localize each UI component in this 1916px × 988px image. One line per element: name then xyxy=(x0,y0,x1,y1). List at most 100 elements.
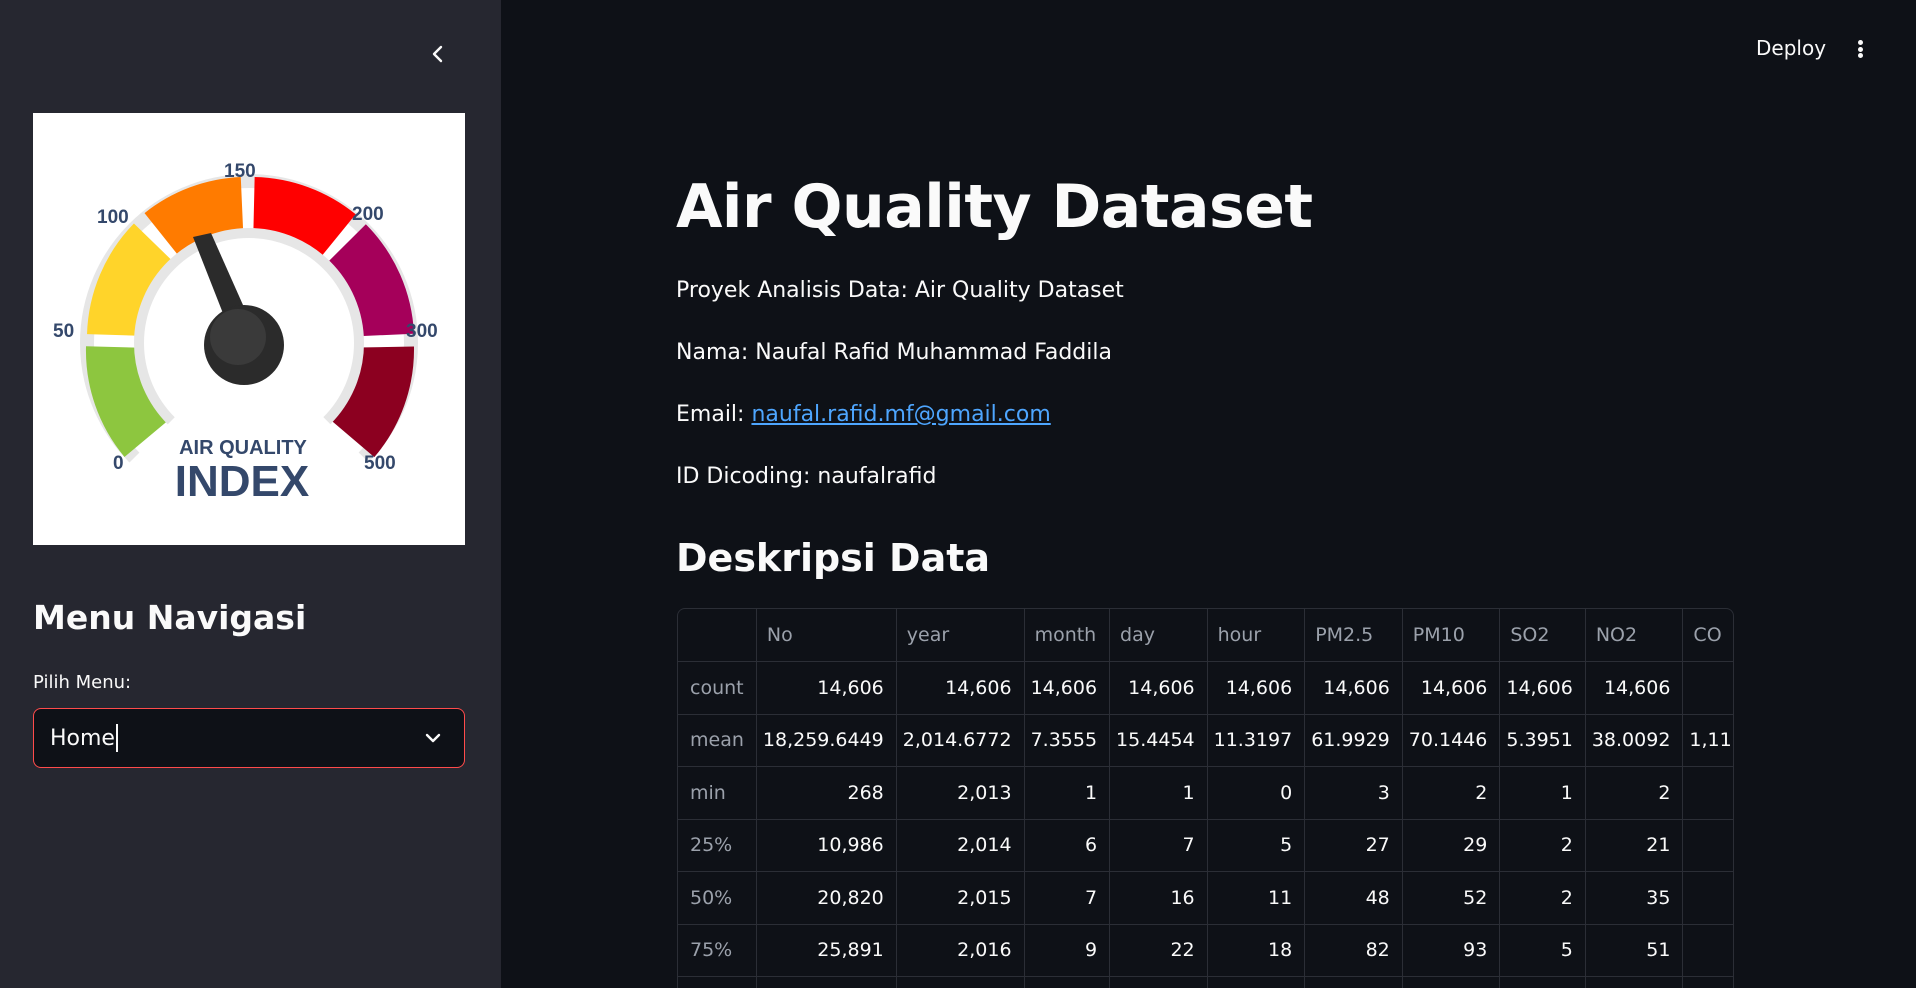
table-cell: 14,606 xyxy=(1585,661,1684,715)
table-cell: 16 xyxy=(1109,871,1208,925)
column-header[interactable]: day xyxy=(1109,609,1208,662)
table-cell: 14,606 xyxy=(896,661,1025,715)
table-cell: 5.3951 xyxy=(1499,714,1586,767)
table-row: 25%10,9862,0146752729221600 xyxy=(678,819,1733,872)
table-cell xyxy=(1207,976,1306,988)
table-cell: 2 xyxy=(1499,819,1586,872)
data-description-table[interactable]: No year month day hour PM2.5 PM10 SO2 NO2 CO coun… xyxy=(677,608,1734,988)
table-cell: 29 xyxy=(1402,819,1501,872)
table-cell: 11 xyxy=(1207,871,1306,925)
table-cell: 93 xyxy=(1402,924,1501,977)
column-header[interactable]: No xyxy=(756,609,897,662)
table-cell: 22 xyxy=(1109,924,1208,977)
table-cell xyxy=(1499,976,1586,988)
gauge-label-50: 50 xyxy=(53,321,74,342)
row-label: 25% xyxy=(678,819,757,872)
table-cell: 5 xyxy=(1499,924,1586,977)
project-text: Proyek Analisis Data: Air Quality Datase… xyxy=(676,278,1124,303)
table-cell: 14,606 xyxy=(1109,661,1208,715)
table-row: 50%20,8202,015716114852235900 xyxy=(678,871,1733,925)
chevron-left-icon xyxy=(432,45,443,63)
table-cell: 268 xyxy=(756,766,897,820)
kebab-dot-icon xyxy=(1857,46,1863,52)
column-header[interactable]: PM10 xyxy=(1402,609,1501,662)
table-cell: 7 xyxy=(1024,871,1111,925)
email-text: Email: naufal.rafid.mf@gmail.com xyxy=(676,402,1051,427)
row-label: 75% xyxy=(678,924,757,977)
gauge-label-300: 300 xyxy=(406,321,438,342)
row-label: 50% xyxy=(678,871,757,925)
table-cell: 18 xyxy=(1207,924,1306,977)
row-label: min xyxy=(678,766,757,820)
table-header-row: No year month day hour PM2.5 PM10 SO2 NO2 CO xyxy=(678,609,1733,662)
table-cell: 0 xyxy=(1207,766,1306,820)
column-header[interactable]: month xyxy=(1024,609,1111,662)
section-title: Deskripsi Data xyxy=(676,536,991,580)
table-cell: 70.1446 xyxy=(1402,714,1501,767)
table-cell: 2,016 xyxy=(896,924,1025,977)
page-title: Air Quality Dataset xyxy=(676,172,1313,242)
table-cell: 2,014 xyxy=(896,819,1025,872)
gauge-label-100: 100 xyxy=(97,207,129,228)
table-cell: 2,015 xyxy=(896,871,1025,925)
table-cell xyxy=(1024,976,1111,988)
menu-select-value: Home xyxy=(50,725,115,751)
table-cell: 14,606 xyxy=(1207,661,1306,715)
table-cell: 61.9929 xyxy=(1304,714,1403,767)
kebab-dot-icon xyxy=(1857,53,1863,58)
table-cell: 7 xyxy=(1109,819,1208,872)
table-cell: 6 xyxy=(1024,819,1111,872)
table-cell: 48 xyxy=(1304,871,1403,925)
collapse-sidebar-button[interactable] xyxy=(422,38,454,70)
row-label: count xyxy=(678,661,757,715)
column-header[interactable]: SO2 xyxy=(1499,609,1586,662)
column-header[interactable]: CO xyxy=(1682,609,1733,662)
table-cell: 21 xyxy=(1585,819,1684,872)
table-cell: 2 xyxy=(1402,766,1501,820)
column-header[interactable] xyxy=(678,609,757,662)
chevron-down-icon xyxy=(425,733,441,743)
row-label xyxy=(678,976,757,988)
table-cell: 51 xyxy=(1585,924,1684,977)
email-link[interactable]: naufal.rafid.mf@gmail.com xyxy=(751,402,1050,427)
table-cell xyxy=(1585,976,1684,988)
name-text: Nama: Naufal Rafid Muhammad Faddila xyxy=(676,340,1112,365)
table-cell: 1 xyxy=(1499,766,1586,820)
column-header[interactable]: year xyxy=(896,609,1025,662)
gauge-label-0: 0 xyxy=(113,453,124,474)
select-menu-label: Pilih Menu: xyxy=(33,672,132,693)
table-cell: 10,986 xyxy=(756,819,897,872)
table-cell xyxy=(1402,976,1501,988)
table-cell: 1,115.0946 xyxy=(1682,714,1733,767)
table-cell xyxy=(1109,976,1208,988)
table-cell: 2,013 xyxy=(896,766,1025,820)
table-cell: 82 xyxy=(1304,924,1403,977)
column-header[interactable]: hour xyxy=(1207,609,1306,662)
table-cell: 2,014.6772 xyxy=(896,714,1025,767)
table-cell: 18,259.6449 xyxy=(756,714,897,767)
table-cell: 20,820 xyxy=(756,871,897,925)
table-cell: 14,606 xyxy=(1402,661,1501,715)
menu-title: Menu Navigasi xyxy=(33,598,307,637)
table-cell: 25,891 xyxy=(756,924,897,977)
table-cell: 11.3197 xyxy=(1207,714,1306,767)
table-row: count 14,606 14,606 14,606 14,606 14,606 14,60… xyxy=(678,661,1733,715)
row-label: mean xyxy=(678,714,757,767)
column-header[interactable]: NO2 xyxy=(1585,609,1684,662)
gauge-label-150: 150 xyxy=(224,161,256,182)
gauge-label-200: 200 xyxy=(352,204,384,225)
table-cell: 1 xyxy=(1024,766,1111,820)
main-menu-button[interactable] xyxy=(1847,34,1873,64)
table-cell: 100 xyxy=(1682,766,1733,820)
gauge-label-500: 500 xyxy=(364,453,396,474)
column-header[interactable]: PM2.5 xyxy=(1304,609,1403,662)
menu-select[interactable]: Home xyxy=(33,708,465,768)
logo-top-text: AIR QUALITY xyxy=(179,437,307,459)
table-cell: 14,606 xyxy=(1682,661,1733,715)
table-cell: 7.3555 xyxy=(1024,714,1111,767)
deploy-button[interactable]: Deploy xyxy=(1756,36,1826,60)
air-quality-index-logo: 0 50 100 150 200 300 500 AIR QUALITY IND… xyxy=(33,113,465,545)
table-cell: 600 xyxy=(1682,819,1733,872)
table-row: mean 18,259.6449 2,014.6772 7.3555 15.4454 11… xyxy=(678,714,1733,767)
kebab-dot-icon xyxy=(1857,40,1863,45)
